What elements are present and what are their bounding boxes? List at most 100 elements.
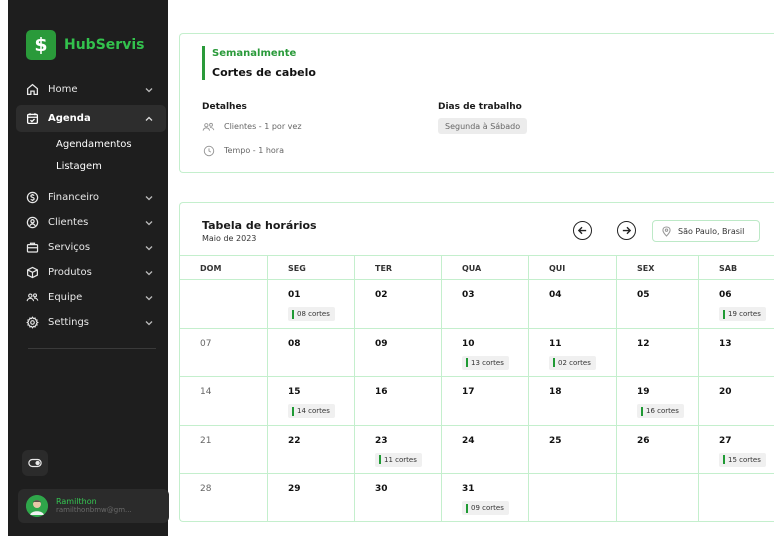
appointments-badge[interactable]: 02 cortes [549, 355, 596, 370]
box-icon [26, 266, 39, 279]
theme-toggle-button[interactable] [22, 450, 48, 476]
sidebar-item-label: Agenda [48, 113, 91, 124]
chevron-down-icon[interactable] [144, 85, 154, 95]
dollar-circle-icon [26, 191, 39, 204]
day-number: 20 [719, 387, 732, 397]
timetable-card: Tabela de horários Maio de 2023 São Paul… [179, 202, 774, 522]
calendar-day-cell[interactable]: 13 [699, 327, 774, 377]
sidebar-item-settings[interactable]: Settings [16, 310, 166, 335]
weekday-header: SEX [617, 255, 699, 279]
sidebar-subitem-agendamentos[interactable]: Agendamentos [16, 133, 166, 155]
calendar-day-cell[interactable]: 21 [180, 424, 268, 473]
weekday-header: QUI [529, 255, 617, 279]
day-number: 11 [549, 338, 562, 349]
badge-marker [292, 309, 294, 319]
chevron-down-icon[interactable] [144, 218, 154, 228]
calendar-day-cell[interactable]: 20 [699, 376, 774, 425]
briefcase-icon [26, 241, 39, 254]
day-number: 22 [288, 435, 301, 446]
appointments-badge[interactable]: 19 cortes [719, 307, 766, 321]
schedule-card[interactable]: Semanalmente Cortes de cabelo Detalhes C… [179, 33, 774, 173]
appointments-badge[interactable]: 15 cortes [719, 452, 766, 467]
time-text: Tempo - 1 hora [224, 146, 284, 155]
sidebar-item-servicos[interactable]: Serviços [16, 235, 166, 260]
calendar-day-cell[interactable]: 24 [442, 424, 529, 473]
calendar-day-cell[interactable]: 23 11 cortes [355, 424, 442, 473]
calendar-day-cell[interactable]: 07 [180, 327, 268, 376]
calendar-day-cell[interactable]: 31 09 cortes [442, 473, 529, 522]
calendar-day-cell[interactable]: 17 [442, 376, 529, 425]
sidebar-item-label: Clientes [48, 217, 89, 228]
sidebar-item-home[interactable]: Home [16, 77, 166, 102]
calendar-day-cell [529, 473, 617, 522]
day-number: 23 [375, 435, 388, 446]
sidebar-item-agenda[interactable]: Agenda [16, 105, 166, 132]
calendar-week-row: 01 08 cortes 02 03 04 05 06 19 cortes [180, 279, 774, 328]
calendar-day-cell[interactable]: 26 [617, 424, 699, 473]
calendar-day-cell[interactable]: 11 02 cortes [529, 327, 617, 376]
appointments-badge[interactable]: 16 cortes [637, 404, 684, 418]
day-number: 12 [637, 338, 650, 349]
calendar-day-cell[interactable]: 25 [529, 424, 617, 473]
sidebar-item-clientes[interactable]: Clientes [16, 210, 166, 235]
chevron-down-icon[interactable] [144, 243, 154, 253]
sidebar-item-produtos[interactable]: Produtos [16, 260, 166, 285]
calendar-day-cell[interactable]: 16 [355, 376, 442, 425]
location-button[interactable]: São Paulo, Brasil [652, 220, 760, 242]
appointments-badge[interactable]: 09 cortes [462, 501, 509, 515]
appointments-badge[interactable]: 11 cortes [375, 452, 422, 467]
calendar-day-cell[interactable]: 08 [268, 327, 355, 376]
day-number: 16 [375, 387, 388, 397]
day-number: 28 [200, 484, 212, 494]
sidebar-item-financeiro[interactable]: Financeiro [16, 185, 166, 210]
chevron-down-icon[interactable] [144, 193, 154, 203]
calendar-day-cell[interactable]: 12 [617, 327, 699, 376]
calendar-day-cell[interactable]: 27 15 cortes [699, 424, 774, 474]
calendar-day-cell[interactable]: 28 [180, 473, 268, 522]
calendar-day-cell[interactable]: 05 [617, 279, 699, 328]
calendar-day-cell[interactable]: 06 19 cortes [699, 279, 774, 328]
chevron-down-icon[interactable] [144, 268, 154, 278]
avatar [26, 495, 48, 517]
sidebar-item-label: Equipe [48, 292, 83, 303]
calendar-week-row: 28 29 30 31 09 cortes [180, 473, 774, 522]
sidebar-nav: Home Agenda Agendamentos Listagem Financ… [16, 77, 166, 335]
calendar-day-cell[interactable]: 02 [355, 279, 442, 328]
calendar-check-icon [26, 112, 39, 125]
calendar-day-cell[interactable]: 15 14 cortes [268, 376, 355, 425]
clients-detail: Clientes - 1 por vez [202, 120, 302, 133]
work-days-chip: Segunda à Sábado [438, 118, 528, 134]
chevron-down-icon[interactable] [144, 293, 154, 303]
calendar-day-cell[interactable]: 22 [268, 424, 355, 473]
calendar-day-cell[interactable]: 29 [268, 473, 355, 522]
schedule-accent-bar [202, 46, 205, 80]
chevron-down-icon[interactable] [144, 318, 154, 328]
clients-text: Clientes - 1 por vez [224, 122, 302, 131]
appointments-badge[interactable]: 08 cortes [288, 307, 335, 321]
calendar-day-cell[interactable]: 19 16 cortes [617, 376, 699, 425]
badge-label: 09 cortes [471, 504, 504, 512]
sidebar-subitem-listagem[interactable]: Listagem [16, 155, 166, 177]
chevron-up-icon[interactable] [144, 114, 154, 124]
calendar-day-cell[interactable]: 03 [442, 279, 529, 328]
calendar-day-cell[interactable]: 14 [180, 376, 268, 425]
day-number: 07 [200, 338, 212, 349]
user-profile-card[interactable]: Ramilthon ramilthonbmw@gm... [18, 489, 169, 523]
calendar-day-cell[interactable]: 04 [529, 279, 617, 328]
calendar-day-cell[interactable]: 01 08 cortes [268, 279, 355, 328]
users-icon [26, 291, 39, 304]
appointments-badge[interactable]: 14 cortes [288, 404, 335, 418]
calendar-day-cell[interactable]: 09 [355, 327, 442, 376]
day-number: 29 [288, 484, 301, 494]
day-number: 25 [549, 435, 562, 446]
calendar-day-cell[interactable]: 30 [355, 473, 442, 522]
logo[interactable]: $ HubServis [26, 30, 144, 60]
sidebar-item-equipe[interactable]: Equipe [16, 285, 166, 310]
weekday-header: QUA [442, 255, 529, 279]
calendar-day-cell[interactable]: 10 13 cortes [442, 327, 529, 376]
prev-month-button[interactable] [573, 221, 592, 240]
next-month-button[interactable] [617, 221, 636, 240]
app-name: HubServis [64, 37, 145, 53]
calendar-day-cell[interactable]: 18 [529, 376, 617, 425]
appointments-badge[interactable]: 13 cortes [462, 355, 509, 370]
